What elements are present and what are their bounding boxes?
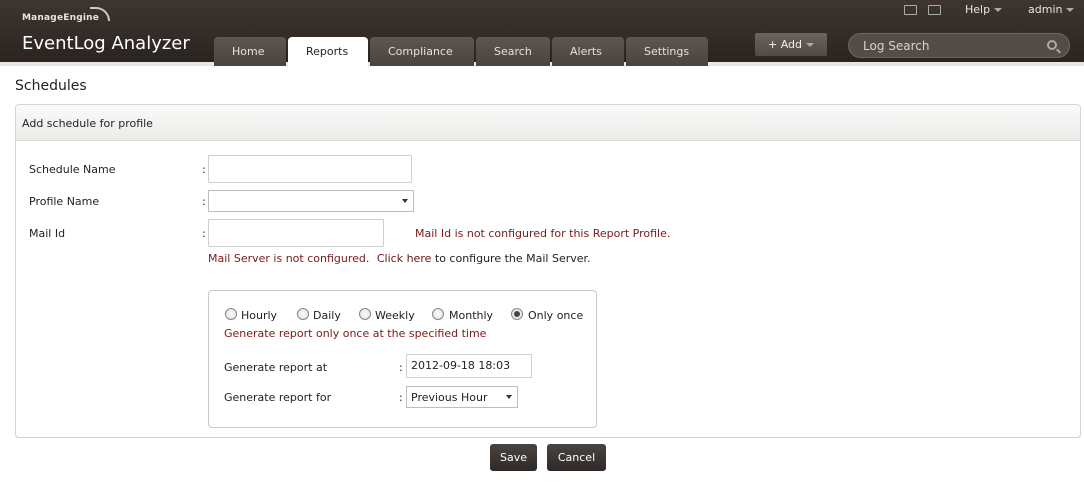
radio-daily[interactable]: [297, 308, 309, 320]
configure-text: to configure the Mail Server.: [434, 252, 591, 265]
tab-home[interactable]: Home: [214, 37, 286, 66]
profile-name-label: Profile Name: [29, 195, 100, 208]
generate-at-input[interactable]: 2012-09-18 18:03: [406, 354, 532, 378]
help-label: Help: [965, 3, 991, 16]
chevron-down-icon: [994, 8, 1003, 12]
tab-settings[interactable]: Settings: [626, 37, 708, 66]
schedule-panel: Add schedule for profile Schedule Name :…: [15, 104, 1081, 438]
colon: :: [202, 227, 206, 240]
schedule-frequency-box: Hourly Daily Weekly Monthly Only once Ge…: [208, 290, 597, 428]
tab-search[interactable]: Search: [476, 37, 550, 66]
colon: :: [399, 391, 403, 404]
window-icon[interactable]: [928, 5, 941, 15]
page-title: Schedules: [15, 78, 87, 94]
chevron-down-icon: [806, 43, 814, 47]
radio-hourly[interactable]: [225, 308, 237, 320]
help-menu[interactable]: Help: [965, 3, 1003, 16]
radio-hourly-label: Hourly: [241, 309, 278, 322]
profile-name-select[interactable]: [208, 190, 414, 212]
top-header: ManageEngine EventLog Analyzer Help admi…: [0, 0, 1084, 66]
mail-server-notice: Mail Server is not configured. Click her…: [208, 252, 591, 265]
generate-for-value: Previous Hour: [411, 391, 488, 404]
tab-compliance[interactable]: Compliance: [370, 37, 474, 66]
radio-monthly-label: Monthly: [449, 309, 494, 322]
schedule-name-input[interactable]: [208, 155, 412, 183]
generate-for-label: Generate report for: [224, 391, 332, 404]
user-label: admin: [1028, 3, 1063, 16]
mail-id-label: Mail Id: [29, 227, 66, 240]
main-tabs: Home Reports Compliance Search Alerts Se…: [214, 37, 710, 66]
mail-id-input[interactable]: [208, 219, 384, 247]
brand-logo-arc: [90, 7, 110, 21]
radio-monthly[interactable]: [432, 308, 444, 320]
radio-only-once[interactable]: [511, 308, 523, 320]
brand-product-name: EventLog Analyzer: [22, 33, 190, 54]
generate-for-select[interactable]: Previous Hour: [406, 386, 518, 408]
mail-server-warning: Mail Server is not configured.: [208, 252, 370, 265]
mail-id-warning: Mail Id is not configured for this Repor…: [415, 227, 671, 240]
radio-weekly-label: Weekly: [375, 309, 415, 322]
search-icon[interactable]: [1047, 40, 1057, 50]
colon: :: [399, 361, 403, 374]
generate-at-label: Generate report at: [224, 361, 328, 374]
cancel-button[interactable]: Cancel: [547, 444, 606, 471]
generate-at-value: 2012-09-18 18:03: [411, 359, 511, 372]
chevron-down-icon: [402, 199, 408, 203]
click-here-link[interactable]: Click here: [377, 252, 432, 265]
radio-daily-label: Daily: [313, 309, 341, 322]
schedule-name-label: Schedule Name: [29, 163, 116, 176]
save-button[interactable]: Save: [490, 444, 537, 471]
add-button-label: + Add: [767, 38, 802, 51]
chevron-down-icon: [1066, 8, 1075, 12]
radio-only-once-label: Only once: [528, 309, 584, 322]
schedule-description: Generate report only once at the specifi…: [224, 327, 487, 340]
panel-title: Add schedule for profile: [16, 105, 1080, 141]
monitor-icon[interactable]: [904, 5, 917, 15]
tab-reports[interactable]: Reports: [288, 37, 368, 66]
brand-company: ManageEngine: [22, 13, 100, 23]
user-menu[interactable]: admin: [1028, 3, 1075, 16]
radio-weekly[interactable]: [359, 308, 371, 320]
colon: :: [202, 163, 206, 176]
chevron-down-icon: [506, 395, 512, 399]
add-button[interactable]: + Add: [755, 33, 827, 56]
log-search-input[interactable]: [863, 38, 1043, 54]
colon: :: [202, 195, 206, 208]
tab-alerts[interactable]: Alerts: [552, 37, 624, 66]
log-search-box[interactable]: [848, 33, 1070, 58]
